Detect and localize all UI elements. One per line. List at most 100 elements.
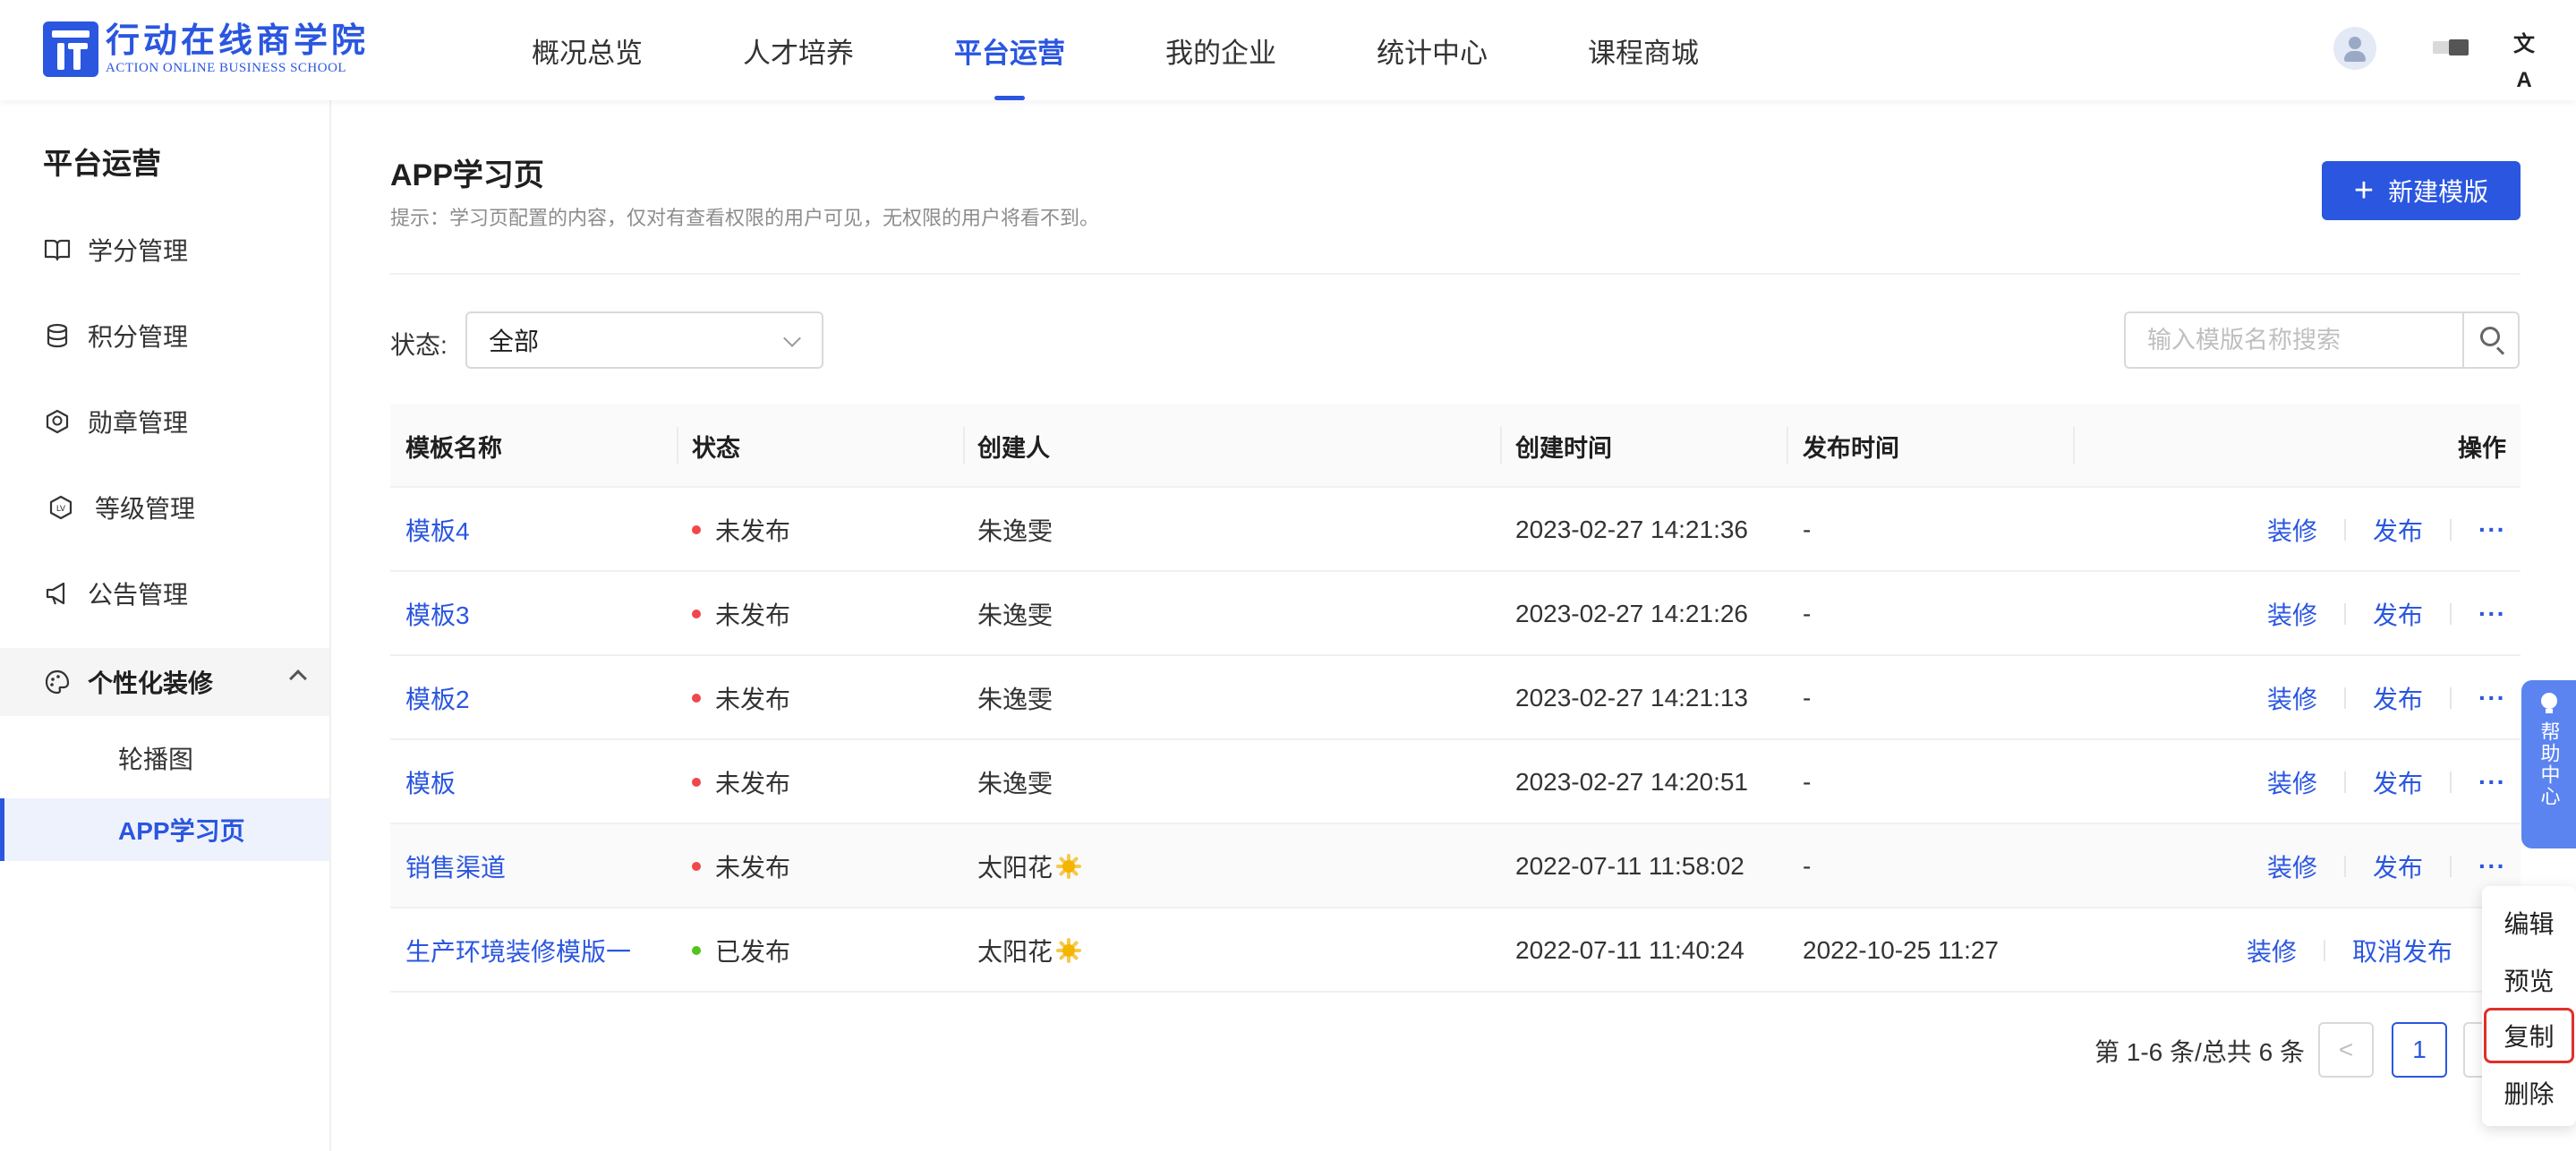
publish-button[interactable]: 发布 <box>2373 596 2423 632</box>
status-text: 未发布 <box>715 601 791 629</box>
pagination-prev-button[interactable]: < <box>2318 1022 2374 1078</box>
status-filter-select[interactable]: 全部 <box>465 311 823 369</box>
decorate-button[interactable]: 装修 <box>2267 764 2317 800</box>
actions-cell: 装修 发布 ··· <box>2267 488 2506 572</box>
sun-emoji-icon <box>1056 938 1082 963</box>
published-time-cell: 2022-10-25 11:27 <box>1803 936 1999 964</box>
nav-platform-ops[interactable]: 平台运营 <box>954 0 1065 100</box>
svg-text:LV: LV <box>56 505 66 514</box>
menu-item-delete[interactable]: 删除 <box>2482 1065 2576 1121</box>
decorate-button[interactable]: 装修 <box>2267 596 2317 632</box>
sidebar-item-label: 勋章管理 <box>88 409 189 437</box>
nav-overview[interactable]: 概况总览 <box>532 0 643 100</box>
logo-mark-icon <box>43 21 98 77</box>
template-name-link[interactable]: 模板 <box>405 740 456 824</box>
search-icon <box>2480 327 2500 346</box>
table-row: 模板 未发布 朱逸雯 2023-02-27 14:20:51 - 装修 发布 ·… <box>390 740 2521 824</box>
sidebar-subitem-banner[interactable]: 轮播图 <box>0 727 329 789</box>
language-icon[interactable]: 文A <box>2506 27 2542 92</box>
more-icon[interactable]: ··· <box>2478 600 2506 628</box>
menu-item-preview[interactable]: 预览 <box>2482 952 2576 1008</box>
user-avatar-icon[interactable] <box>2333 27 2376 70</box>
col-header-actions: 操作 <box>2458 434 2506 462</box>
decorate-button[interactable]: 装修 <box>2247 933 2297 968</box>
creator-cell: 朱逸雯 <box>977 517 1053 545</box>
sidebar-item-levels[interactable]: LV 等级管理 <box>0 476 329 539</box>
col-header-published: 发布时间 <box>1803 434 1899 462</box>
created-time-cell: 2023-02-27 14:21:13 <box>1515 684 1748 712</box>
table-row: 模板3 未发布 朱逸雯 2023-02-27 14:21:26 - 装修 发布 … <box>390 572 2521 656</box>
creator-cell: 朱逸雯 <box>977 686 1053 713</box>
actions-cell: 装修 发布 ··· <box>2267 740 2506 824</box>
publish-button[interactable]: 发布 <box>2373 764 2423 800</box>
search-button[interactable] <box>2462 313 2518 367</box>
col-header-status: 状态 <box>692 434 740 462</box>
created-time-cell: 2023-02-27 14:21:26 <box>1515 600 1748 627</box>
more-actions-menu: 编辑 预览 复制 删除 <box>2482 886 2576 1126</box>
sidebar-item-label: 个性化装修 <box>88 669 214 697</box>
publish-button[interactable]: 发布 <box>2373 680 2423 716</box>
published-time-cell: - <box>1803 516 1812 543</box>
nav-course-mall[interactable]: 课程商城 <box>1588 0 1699 100</box>
medal-icon <box>43 407 72 436</box>
status-cell: 未发布 <box>692 572 790 656</box>
logo[interactable]: 行动在线商学院 ACTION ONLINE BUSINESS SCHOOL <box>43 20 369 79</box>
plus-icon: + <box>2353 172 2375 209</box>
sidebar-subitem-app-study-page[interactable]: APP学习页 <box>0 798 329 861</box>
actions-cell: 装修 发布 ··· <box>2267 572 2506 656</box>
unpublish-button[interactable]: 取消发布 <box>2352 933 2452 968</box>
col-header-created: 创建时间 <box>1515 434 1612 462</box>
status-cell: 未发布 <box>692 740 790 824</box>
sidebar-item-credits[interactable]: 学分管理 <box>0 218 329 281</box>
pagination-page-1[interactable]: 1 <box>2392 1022 2447 1078</box>
status-filter-value: 全部 <box>489 328 540 355</box>
more-icon[interactable]: ··· <box>2478 516 2506 544</box>
menu-item-edit[interactable]: 编辑 <box>2482 895 2576 951</box>
help-center-label: 帮助中心 <box>2538 721 2561 807</box>
creator-cell: 太阳花 <box>977 908 1082 993</box>
decorate-button[interactable]: 装修 <box>2267 680 2317 716</box>
status-dot-unpublished <box>692 694 701 703</box>
help-center-tab[interactable]: 帮助中心 <box>2521 680 2576 848</box>
sidebar-item-label: 学分管理 <box>88 237 189 265</box>
publish-button[interactable]: 发布 <box>2373 848 2423 884</box>
lightbulb-icon <box>2540 693 2557 713</box>
col-header-creator: 创建人 <box>977 434 1050 462</box>
status-filter-label: 状态: <box>390 331 448 359</box>
template-name-link[interactable]: 模板2 <box>405 656 470 740</box>
template-name-link[interactable]: 销售渠道 <box>405 824 506 908</box>
sidebar-item-announcements[interactable]: 公告管理 <box>0 562 329 625</box>
more-icon[interactable]: ··· <box>2478 852 2506 881</box>
published-time-cell: - <box>1803 852 1812 880</box>
creator-name: 太阳花 <box>977 854 1053 882</box>
actions-cell: 装修 发布 ··· <box>2267 656 2506 740</box>
new-template-button[interactable]: + 新建模版 <box>2322 161 2521 220</box>
nav-talent[interactable]: 人才培养 <box>743 0 854 100</box>
template-name-link[interactable]: 生产环境装修模版一 <box>405 908 631 993</box>
decorate-button[interactable]: 装修 <box>2267 848 2317 884</box>
search-input[interactable] <box>2126 313 2462 367</box>
menu-item-copy[interactable]: 复制 <box>2484 1008 2574 1063</box>
status-dot-unpublished <box>692 610 701 618</box>
theme-toggle-icon[interactable] <box>2433 38 2472 57</box>
template-name-link[interactable]: 模板3 <box>405 572 470 656</box>
nav-my-company[interactable]: 我的企业 <box>1165 0 1276 100</box>
status-cell: 未发布 <box>692 488 790 572</box>
sidebar-item-medals[interactable]: 勋章管理 <box>0 390 329 453</box>
nav-statistics[interactable]: 统计中心 <box>1377 0 1488 100</box>
publish-button[interactable]: 发布 <box>2373 512 2423 548</box>
sidebar-item-points[interactable]: 积分管理 <box>0 304 329 367</box>
main-nav: 概况总览 人才培养 平台运营 我的企业 统计中心 课程商城 <box>532 0 1799 100</box>
more-icon[interactable]: ··· <box>2478 768 2506 797</box>
status-cell: 未发布 <box>692 656 790 740</box>
sidebar-item-customization[interactable]: 个性化装修 <box>0 648 329 716</box>
status-text: 未发布 <box>715 854 791 882</box>
status-text: 未发布 <box>715 517 791 545</box>
search-box <box>2124 311 2520 369</box>
more-icon[interactable]: ··· <box>2478 684 2506 712</box>
decorate-button[interactable]: 装修 <box>2267 512 2317 548</box>
published-time-cell: - <box>1803 684 1812 712</box>
palette-icon <box>43 668 72 696</box>
table-row: 模板2 未发布 朱逸雯 2023-02-27 14:21:13 - 装修 发布 … <box>390 656 2521 740</box>
template-name-link[interactable]: 模板4 <box>405 488 470 572</box>
